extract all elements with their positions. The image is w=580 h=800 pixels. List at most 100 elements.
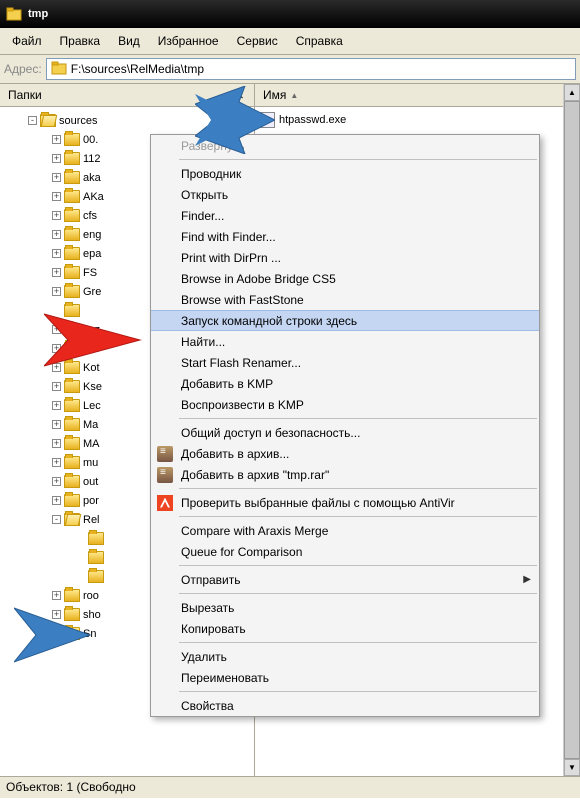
context-menu-item[interactable]: Вырезать — [151, 597, 539, 618]
expand-icon[interactable]: + — [52, 268, 61, 277]
tree-item-label: aka — [83, 172, 101, 184]
tree-item-label: 00. — [83, 134, 98, 146]
expand-icon[interactable]: + — [52, 496, 61, 505]
context-menu-item-label: Browse in Adobe Bridge CS5 — [181, 272, 336, 286]
tree-spacer — [76, 572, 85, 581]
tree-item-label: FS — [83, 267, 97, 279]
tree-item-label: cfs — [83, 210, 97, 222]
folder-icon — [51, 61, 67, 78]
scroll-thumb[interactable] — [564, 101, 580, 759]
expand-icon[interactable]: + — [52, 420, 61, 429]
folder-icon — [88, 532, 104, 545]
expand-icon[interactable]: + — [52, 211, 61, 220]
file-name: htpasswd.exe — [279, 114, 346, 126]
menu-tools[interactable]: Сервис — [229, 30, 286, 52]
context-menu-item[interactable]: Browse with FastStone — [151, 289, 539, 310]
context-menu-item[interactable]: Запуск командной строки здесь — [151, 310, 539, 331]
tree-item-label: Gre — [83, 286, 101, 298]
expand-icon[interactable]: + — [52, 287, 61, 296]
annotation-arrow-blue-bottom — [14, 602, 104, 668]
window-title: tmp — [28, 8, 48, 20]
tree-item-label: Kse — [83, 381, 102, 393]
context-menu-item[interactable]: Найти... — [151, 331, 539, 352]
folder-icon — [40, 114, 56, 127]
collapse-icon[interactable]: - — [28, 116, 37, 125]
expand-icon[interactable]: + — [52, 458, 61, 467]
context-menu-item[interactable]: Compare with Araxis Merge — [151, 520, 539, 541]
context-menu-item-label: Добавить в архив... — [181, 447, 289, 461]
expand-icon[interactable]: + — [52, 382, 61, 391]
folder-icon — [64, 437, 80, 450]
context-menu-item-label: Копировать — [181, 622, 246, 636]
archive-icon — [157, 446, 173, 462]
scroll-down-button[interactable]: ▼ — [564, 759, 580, 776]
address-path: F:\sources\RelMedia\tmp — [71, 62, 204, 76]
folder-icon — [6, 6, 22, 22]
menu-file[interactable]: Файл — [4, 30, 50, 52]
tree-item-label: eng — [83, 229, 101, 241]
context-menu-item[interactable]: Проводник — [151, 163, 539, 184]
context-menu-item-label: Print with DirPrn ... — [181, 251, 281, 265]
status-text: Объектов: 1 (Свободно — [6, 780, 136, 794]
context-menu-item[interactable]: Добавить в KMP — [151, 373, 539, 394]
context-menu-item[interactable]: Start Flash Renamer... — [151, 352, 539, 373]
context-menu-item-label: Compare with Araxis Merge — [181, 524, 328, 538]
context-menu-item[interactable]: Find with Finder... — [151, 226, 539, 247]
context-menu-item[interactable]: Свойства — [151, 695, 539, 716]
expand-icon[interactable]: + — [52, 401, 61, 410]
tree-item-label: por — [83, 495, 99, 507]
expand-icon[interactable]: + — [52, 192, 61, 201]
menu-edit[interactable]: Правка — [52, 30, 109, 52]
column-header-name[interactable]: Имя ▲ — [255, 84, 580, 107]
scroll-track[interactable] — [564, 101, 580, 759]
folder-icon — [64, 399, 80, 412]
context-menu-item[interactable]: Browse in Adobe Bridge CS5 — [151, 268, 539, 289]
menu-view[interactable]: Вид — [110, 30, 148, 52]
context-menu-item[interactable]: Queue for Comparison — [151, 541, 539, 562]
menu-favorites[interactable]: Избранное — [150, 30, 227, 52]
expand-icon[interactable]: + — [52, 135, 61, 144]
expand-icon[interactable]: + — [52, 477, 61, 486]
archive-icon — [157, 467, 173, 483]
expand-icon[interactable]: + — [52, 154, 61, 163]
context-menu-separator — [179, 593, 537, 594]
context-menu-item[interactable]: Finder... — [151, 205, 539, 226]
context-menu-item[interactable]: Удалить — [151, 646, 539, 667]
expand-icon[interactable]: + — [52, 439, 61, 448]
expand-icon[interactable]: + — [52, 591, 61, 600]
folder-icon — [88, 551, 104, 564]
collapse-icon[interactable]: - — [52, 515, 61, 524]
tree-item-label: epa — [83, 248, 101, 260]
context-menu-item[interactable]: Добавить в архив... — [151, 443, 539, 464]
context-menu-item-label: Вырезать — [181, 601, 234, 615]
avira-icon — [157, 495, 173, 511]
context-menu-item[interactable]: Print with DirPrn ... — [151, 247, 539, 268]
folder-icon — [64, 266, 80, 279]
context-menu-item[interactable]: Воспроизвести в KMP — [151, 394, 539, 415]
folder-icon — [64, 152, 80, 165]
context-menu-item[interactable]: Переименовать — [151, 667, 539, 688]
folder-icon — [64, 133, 80, 146]
context-menu-item[interactable]: Добавить в архив "tmp.rar" — [151, 464, 539, 485]
context-menu-item-label: Start Flash Renamer... — [181, 356, 301, 370]
context-menu-separator — [179, 642, 537, 643]
expand-icon[interactable]: + — [52, 249, 61, 258]
vertical-scrollbar[interactable]: ▲ ▼ — [563, 84, 580, 776]
sort-ascending-icon: ▲ — [290, 91, 298, 100]
statusbar: Объектов: 1 (Свободно — [0, 776, 580, 798]
context-menu-item[interactable]: Проверить выбранные файлы с помощью Anti… — [151, 492, 539, 513]
context-menu-item-label: Открыть — [181, 188, 228, 202]
menu-help[interactable]: Справка — [288, 30, 351, 52]
tree-spacer — [76, 534, 85, 543]
context-menu-item[interactable]: Копировать — [151, 618, 539, 639]
context-menu-item[interactable]: Отправить▶ — [151, 569, 539, 590]
scroll-up-button[interactable]: ▲ — [564, 84, 580, 101]
address-input[interactable]: F:\sources\RelMedia\tmp — [46, 58, 576, 80]
expand-icon[interactable]: + — [52, 230, 61, 239]
addressbar: Адрес: F:\sources\RelMedia\tmp — [0, 55, 580, 84]
list-item[interactable]: ▭ htpasswd.exe — [259, 111, 576, 129]
context-menu-item[interactable]: Открыть — [151, 184, 539, 205]
expand-icon[interactable]: + — [52, 173, 61, 182]
context-menu-item[interactable]: Общий доступ и безопасность... — [151, 422, 539, 443]
tree-item-label: roo — [83, 590, 99, 602]
